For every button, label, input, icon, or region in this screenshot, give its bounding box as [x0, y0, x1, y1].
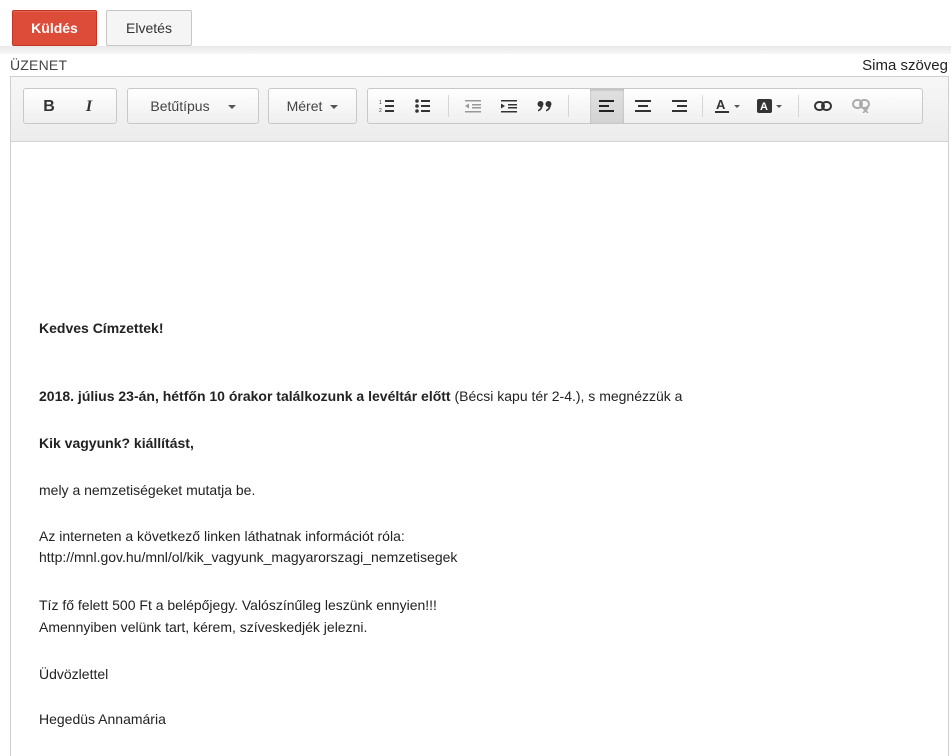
background-color-icon: A [757, 99, 782, 113]
svg-text:1: 1 [379, 100, 382, 106]
text-color-icon: A [715, 98, 740, 113]
meeting-date-text: 2018. július 23-án, hétfőn 10 órakor tal… [39, 388, 451, 404]
paragraph-description: mely a nemzetiségeket mutatja be. [39, 482, 256, 498]
italic-icon: I [85, 98, 93, 115]
exhibition-title: Kik vagyunk? kiállítást, [39, 435, 194, 451]
message-section-label: ÜZENET [10, 57, 68, 73]
numbered-list-icon: 1 2 [379, 100, 394, 113]
rich-text-editor: B I Betűtípus Méret 1 2 A A Kedves Címze… [10, 76, 949, 756]
discard-button[interactable]: Elvetés [106, 10, 192, 46]
paragraph-rsvp: Amennyiben velünk tart, kérem, szívesked… [39, 619, 368, 635]
meeting-location-text: (Bécsi kapu tér 2-4.), s megnézzük a [450, 388, 683, 404]
bold-icon: B [43, 98, 55, 115]
indent-button[interactable] [492, 89, 526, 123]
svg-text:2: 2 [379, 108, 382, 113]
align-left-button[interactable] [590, 89, 624, 123]
paragraph-ticket: Tíz fő felett 500 Ft a belépőjegy. Valós… [39, 597, 437, 613]
format-group: B I [23, 88, 117, 124]
plain-text-toggle[interactable]: Sima szöveg [862, 57, 948, 74]
toolbar-divider [568, 95, 569, 117]
outdent-icon [465, 100, 481, 113]
svg-text:A: A [716, 98, 726, 112]
chevron-down-icon [330, 105, 339, 110]
remove-link-button[interactable] [844, 89, 878, 123]
italic-button[interactable]: I [72, 89, 106, 123]
link-icon [814, 101, 832, 111]
unlink-icon [852, 99, 870, 113]
svg-text:A: A [760, 101, 768, 113]
actions-bar-shadow [0, 46, 951, 54]
blockquote-button[interactable] [528, 89, 562, 123]
insert-link-button[interactable] [806, 89, 840, 123]
font-size-select[interactable]: Méret [268, 88, 357, 124]
align-right-button[interactable] [662, 89, 696, 123]
indent-icon [501, 100, 517, 113]
bulleted-list-icon [415, 99, 430, 113]
outdent-button[interactable] [456, 89, 490, 123]
chevron-down-icon [227, 105, 236, 110]
closing: Üdvözlettel [39, 666, 109, 682]
background-color-button[interactable]: A [752, 89, 792, 123]
numbered-list-button[interactable]: 1 2 [370, 89, 404, 123]
text-color-button[interactable]: A [710, 89, 750, 123]
toolbar-divider [448, 95, 449, 117]
align-right-icon [672, 100, 687, 112]
paragraph-group: 1 2 A A [367, 88, 923, 124]
paragraph-meeting: 2018. július 23-án, hétfőn 10 órakor tal… [39, 388, 682, 404]
signature: Hegedüs Annamária [39, 711, 166, 727]
bulleted-list-button[interactable] [406, 89, 440, 123]
font-family-select-inner: Betűtípus [128, 89, 258, 123]
font-family-label: Betűtípus [150, 98, 210, 114]
exhibition-link[interactable]: http://mnl.gov.hu/mnl/ol/kik_vagyunk_mag… [39, 549, 457, 565]
editor-toolbar: B I Betűtípus Méret 1 2 A A [11, 77, 948, 142]
align-center-icon [635, 100, 651, 112]
greeting: Kedves Címzettek! [39, 320, 164, 336]
compose-actions-bar: Küldés Elvetés [0, 0, 951, 54]
send-button[interactable]: Küldés [12, 10, 97, 46]
font-size-label: Méret [286, 98, 323, 114]
toolbar-divider [702, 95, 703, 117]
toolbar-divider [798, 95, 799, 117]
font-size-select-inner: Méret [269, 89, 356, 123]
align-left-icon [599, 100, 614, 112]
align-center-button[interactable] [626, 89, 660, 123]
font-family-select[interactable]: Betűtípus [127, 88, 259, 124]
bold-button[interactable]: B [32, 89, 66, 123]
paragraph-internet: Az interneten a következő linken láthatn… [39, 528, 405, 544]
quote-icon [537, 101, 552, 112]
